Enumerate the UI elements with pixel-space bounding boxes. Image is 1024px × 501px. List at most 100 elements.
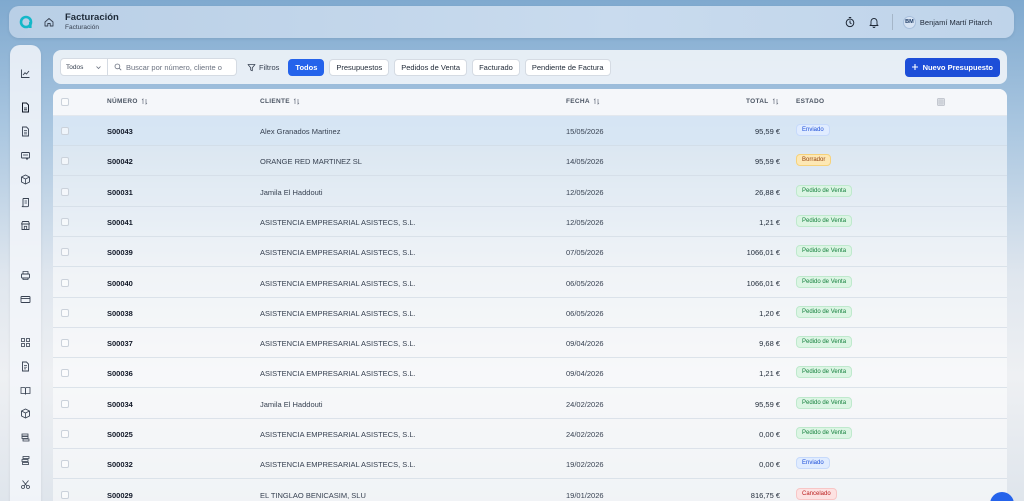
row-total: 95,59 € [754, 127, 780, 136]
row-number: S00036 [107, 369, 133, 379]
printer-icon[interactable] [20, 270, 31, 281]
column-header-client[interactable]: CLIENTE [260, 98, 300, 105]
table-row[interactable]: S00040 ASISTENCIA EMPRESARIAL ASISTECS, S… [53, 268, 1007, 298]
row-checkbox[interactable] [61, 369, 69, 378]
column-header-number[interactable]: NÚMERO [107, 98, 148, 105]
table-row[interactable]: S00025 ASISTENCIA EMPRESARIAL ASISTECS, S… [53, 419, 1007, 449]
chart-line-icon[interactable] [20, 68, 31, 79]
top-bar: Facturación Facturación BM Benjamí Martí… [9, 6, 1014, 38]
tab-todos[interactable]: Todos [288, 58, 325, 76]
status-badge: Pedido de Venta [796, 336, 853, 349]
row-checkbox[interactable] [61, 127, 69, 135]
row-number: S00042 [107, 157, 133, 167]
scissors-icon[interactable] [20, 479, 31, 490]
column-label: TOTAL [746, 98, 769, 105]
row-client: ASISTENCIA EMPRESARIAL ASISTECS, S.L. [260, 460, 416, 470]
row-client: ASISTENCIA EMPRESARIAL ASISTECS, S.L. [260, 430, 416, 439]
table-row[interactable]: S00034 Jamila El Haddouti 24/02/2026 95,59 … [53, 389, 1007, 419]
table-row[interactable]: S00039 ASISTENCIA EMPRESARIAL ASISTECS, S… [53, 237, 1007, 268]
user-menu[interactable]: BM Benjamí Martí Pitarch [902, 15, 992, 29]
row-total: 1066,01 € [746, 248, 780, 258]
row-checkbox[interactable] [61, 278, 69, 287]
column-header-status: ESTADO [796, 98, 824, 105]
row-checkbox[interactable] [61, 460, 69, 469]
app-logo-icon[interactable] [19, 15, 33, 29]
scroll-icon[interactable] [20, 197, 31, 208]
row-date: 24/02/2026 [566, 399, 604, 409]
table-row[interactable]: S00043 Alex Granados Martinez 15/05/2026 95… [53, 116, 1007, 146]
file-text-icon[interactable] [20, 126, 31, 137]
new-quote-label: Nuevo Presupuesto [922, 62, 993, 72]
row-date: 12/05/2026 [566, 217, 604, 227]
table-row[interactable]: S00041 ASISTENCIA EMPRESARIAL ASISTECS, S… [53, 207, 1007, 237]
row-checkbox[interactable] [61, 308, 69, 317]
row-checkbox[interactable] [61, 248, 69, 257]
page-title-block: Facturación Facturación [65, 12, 119, 32]
row-checkbox[interactable] [61, 399, 69, 408]
box-icon[interactable] [20, 408, 31, 419]
row-checkbox[interactable] [61, 217, 69, 226]
bell-icon[interactable] [868, 16, 880, 28]
row-checkbox[interactable] [61, 339, 69, 348]
row-total: 95,59 € [754, 399, 780, 409]
row-client: Jamila El Haddouti [260, 399, 323, 409]
row-date: 24/02/2026 [566, 430, 604, 439]
documents-table: NÚMERO CLIENTE FECHA TOTAL ESTADO S00043… [53, 89, 1007, 501]
filters-button[interactable]: Filtros [247, 63, 279, 72]
status-tabs: Todos Presupuestos Pedidos de Venta Fact… [288, 58, 615, 76]
sort-icon [293, 98, 300, 105]
select-all-checkbox[interactable] [61, 98, 69, 106]
table-row[interactable]: S00042 ORANGE RED MARTINEZ SL 14/05/2026 95… [53, 146, 1007, 177]
filter-bar: Todos Filtros Todos Presupuestos Pedidos… [53, 50, 1007, 84]
table-row[interactable]: S00036 ASISTENCIA EMPRESARIAL ASISTECS, S… [53, 358, 1007, 389]
row-date: 06/05/2026 [566, 278, 604, 288]
columns-icon[interactable] [937, 98, 945, 106]
column-header-date[interactable]: FECHA [566, 98, 600, 105]
row-checkbox[interactable] [61, 490, 69, 499]
type-select[interactable]: Todos [60, 58, 108, 76]
stack-icon[interactable] [20, 455, 31, 466]
new-quote-button[interactable]: Nuevo Presupuesto [904, 57, 1000, 77]
receipt-icon[interactable] [20, 150, 31, 161]
row-number: S00038 [107, 308, 133, 318]
tab-pedidos-de-venta[interactable]: Pedidos de Venta [394, 58, 468, 76]
row-checkbox[interactable] [61, 430, 69, 438]
package-icon[interactable] [20, 174, 31, 185]
credit-card-icon[interactable] [20, 294, 31, 305]
table-row[interactable]: S00032 ASISTENCIA EMPRESARIAL ASISTECS, S… [53, 449, 1007, 480]
file-list-icon[interactable] [20, 361, 31, 372]
row-checkbox[interactable] [61, 187, 69, 196]
grid-icon[interactable] [20, 337, 31, 348]
row-total: 0,00 € [759, 460, 780, 470]
row-number: S00041 [107, 217, 133, 227]
table-row[interactable]: S00029 EL TINGLAO BENICASIM, SLU 19/01/202… [53, 480, 1007, 501]
tab-pendiente-de-factura[interactable]: Pendiente de Factura [524, 58, 611, 76]
row-client: ASISTENCIA EMPRESARIAL ASISTECS, S.L. [260, 369, 416, 379]
home-icon[interactable] [43, 16, 55, 28]
row-number: S00029 [107, 490, 133, 500]
book-open-icon[interactable] [20, 385, 31, 396]
search-input[interactable] [126, 62, 236, 72]
status-badge: Enviado [796, 124, 830, 136]
row-checkbox[interactable] [61, 157, 69, 166]
coins-icon[interactable] [20, 432, 31, 443]
table-row[interactable]: S00038 ASISTENCIA EMPRESARIAL ASISTECS, S… [53, 298, 1007, 328]
tab-presupuestos[interactable]: Presupuestos [329, 58, 390, 76]
table-row[interactable]: S00037 ASISTENCIA EMPRESARIAL ASISTECS, S… [53, 328, 1007, 359]
search-field[interactable] [108, 58, 237, 76]
table-row[interactable]: S00031 Jamila El Haddouti 12/05/2026 26,88 … [53, 177, 1007, 207]
row-date: 09/04/2026 [566, 339, 604, 349]
store-icon[interactable] [20, 220, 31, 231]
plus-icon [911, 63, 919, 71]
status-badge: Pedido de Venta [796, 245, 853, 258]
document-active-icon[interactable] [20, 102, 31, 113]
divider [891, 14, 893, 30]
timer-icon[interactable] [844, 16, 856, 28]
row-date: 09/04/2026 [566, 369, 604, 379]
sort-icon [772, 98, 779, 105]
status-badge: Cancelado [796, 487, 837, 500]
tab-facturado[interactable]: Facturado [472, 58, 520, 76]
sort-icon [141, 98, 148, 105]
status-badge: Borrador [796, 154, 832, 167]
column-header-total[interactable]: TOTAL [746, 98, 779, 105]
